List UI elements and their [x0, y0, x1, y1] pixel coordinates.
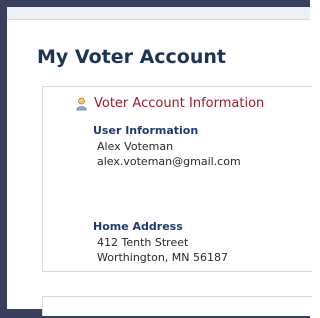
- home-address-label: Home Address: [93, 220, 183, 233]
- page-title: My Voter Account: [37, 46, 226, 68]
- user-email: alex.voteman@gmail.com: [97, 155, 241, 168]
- section-header: Voter Account Information: [76, 96, 264, 111]
- user-information-label: User Information: [93, 124, 199, 137]
- next-panel: [42, 296, 312, 316]
- user-icon: [76, 97, 87, 110]
- section-title: Voter Account Information: [94, 96, 265, 111]
- user-name: Alex Voteman: [97, 140, 174, 153]
- top-bar: [7, 7, 310, 20]
- address-street: 412 Tenth Street: [97, 236, 189, 249]
- address-city-state-zip: Worthington, MN 56187: [97, 251, 228, 264]
